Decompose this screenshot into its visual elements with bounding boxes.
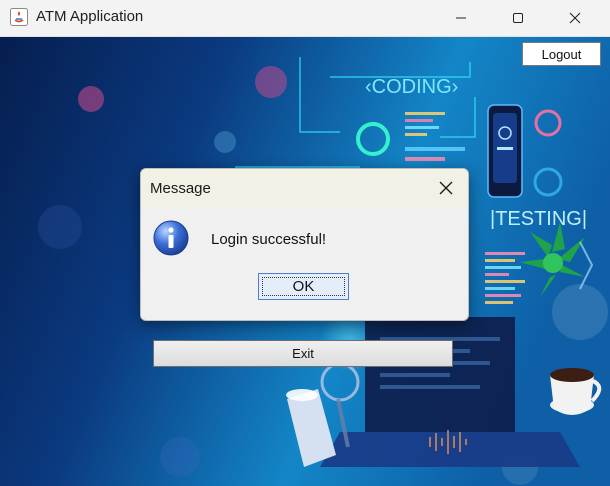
coding-text: ‹CODING› [365, 76, 458, 98]
window-title: ATM Application [36, 8, 144, 25]
java-icon [10, 8, 28, 26]
maximize-button[interactable] [495, 0, 541, 36]
title-bar: ATM Application [0, 0, 610, 37]
message-dialog: Message Login successful! OK [140, 168, 469, 321]
logout-button[interactable]: Logout [522, 42, 601, 66]
dialog-title: Message [150, 180, 211, 197]
close-icon [439, 181, 453, 195]
close-button[interactable] [552, 0, 598, 36]
minimize-button[interactable] [438, 0, 484, 36]
atm-application-window: ATM Application ‹CODING› |TESTING| Logou… [0, 0, 610, 486]
dialog-message: Login successful! [211, 231, 327, 248]
testing-text: |TESTING| [490, 208, 587, 230]
exit-button[interactable]: Exit [153, 340, 453, 367]
close-icon [569, 12, 581, 24]
ok-button[interactable]: OK [258, 273, 349, 300]
ok-button-label: OK [292, 278, 315, 295]
dialog-title-bar: Message [141, 169, 468, 207]
dialog-close-button[interactable] [431, 174, 461, 202]
information-icon [153, 220, 189, 256]
maximize-icon [513, 13, 523, 23]
minimize-icon [456, 17, 466, 19]
